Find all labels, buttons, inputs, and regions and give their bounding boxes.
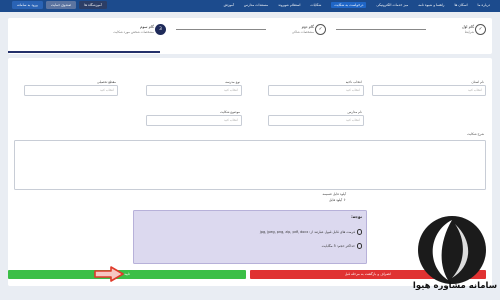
step-title: گام دوم bbox=[301, 24, 314, 29]
confirm-button[interactable]: تایید bbox=[8, 270, 246, 279]
notice-line: حداکثر حجم: 5 مگابایت bbox=[321, 243, 355, 248]
attachment-upload: آپلود فایل ضمیمه ⇪ آپلود فایل bbox=[322, 192, 346, 202]
bullet-icon bbox=[356, 243, 362, 249]
province-select[interactable]: انتخاب کنید bbox=[372, 85, 486, 96]
field-label: نوع مدرسه bbox=[225, 80, 240, 84]
step-number-badge: 3 bbox=[155, 24, 166, 35]
login-button[interactable]: ورود به سامانه bbox=[12, 1, 43, 9]
step-subtitle: مشخصات شخص مورد شکایت bbox=[113, 30, 154, 34]
nav-complaint-request[interactable]: درخواست به شکایت bbox=[331, 2, 367, 8]
field-label: نام استان bbox=[471, 80, 484, 84]
topbar-buttons: ورود به سامانه صندوق حمایت آموزشگاه ها bbox=[12, 1, 107, 9]
step-connector bbox=[176, 28, 266, 30]
education-level-field: مقطع تحصیلی انتخاب کنید bbox=[24, 80, 118, 96]
select-placeholder: انتخاب کنید bbox=[345, 88, 360, 92]
brand-name: سامانه مشاوره هیوا bbox=[412, 281, 498, 291]
notice-title: توجه: bbox=[351, 214, 362, 219]
district-field: انتخاب ناحیه انتخاب کنید bbox=[268, 80, 364, 96]
step-subtitle: مشخصات شاکی bbox=[291, 30, 314, 34]
description-label: شرح شکایت bbox=[467, 132, 484, 136]
education-level-select[interactable]: انتخاب کنید bbox=[24, 85, 118, 96]
field-label: موضوع شکایت bbox=[219, 110, 240, 114]
step-3: 3 گام سوم مشخصات شخص مورد شکایت bbox=[16, 24, 166, 46]
upload-button-label: آپلود فایل bbox=[329, 198, 343, 202]
complaint-subject-field: موضوع شکایت انتخاب کنید bbox=[146, 110, 242, 126]
upload-button[interactable]: ⇪ آپلود فایل bbox=[329, 198, 346, 202]
nav-citizen-inquiry[interactable]: استعلام شهروند bbox=[278, 3, 300, 7]
institutes-button[interactable]: آموزشگاه ها bbox=[79, 1, 107, 9]
upload-icon: ⇪ bbox=[343, 198, 346, 202]
attachment-notice: توجه: فرمت های قابل قبول عبارتند از: jpg… bbox=[133, 210, 367, 264]
complaint-subject-select[interactable]: انتخاب کنید bbox=[146, 115, 242, 126]
nav-school-documents[interactable]: مستندات مدارس bbox=[244, 3, 268, 7]
field-label: انتخاب ناحیه bbox=[345, 80, 362, 84]
arrow-right-icon bbox=[94, 266, 124, 282]
select-placeholder: انتخاب کنید bbox=[223, 118, 238, 122]
school-name-field: نام مدارس انتخاب کنید bbox=[268, 110, 364, 126]
field-label: نام مدارس bbox=[347, 110, 362, 114]
step-connector bbox=[336, 28, 426, 30]
select-placeholder: انتخاب کنید bbox=[99, 88, 114, 92]
check-icon: ✓ bbox=[475, 24, 486, 35]
notice-formats: فرمت های قابل قبول عبارتند از: jpg, jpeg… bbox=[260, 229, 362, 235]
upload-label: آپلود فایل ضمیمه bbox=[322, 192, 346, 196]
nav-complaints[interactable]: شکایات bbox=[310, 3, 321, 7]
bullet-icon bbox=[356, 229, 362, 235]
description-textarea[interactable] bbox=[14, 140, 486, 190]
notice-line: فرمت های قابل قبول عبارتند از: jpg, jpeg… bbox=[259, 229, 355, 234]
province-field: نام استان انتخاب کنید bbox=[372, 80, 486, 96]
school-type-select[interactable]: انتخاب کنید bbox=[146, 85, 242, 96]
main-nav: درباره ما اسکان ها راهنما و شیوه نامه می… bbox=[224, 0, 490, 10]
step-1: ✓ گام اول شرایط bbox=[336, 24, 486, 46]
school-name-select[interactable]: انتخاب کنید bbox=[268, 115, 364, 126]
select-placeholder: انتخاب کنید bbox=[345, 118, 360, 122]
top-navigation-bar: درباره ما اسکان ها راهنما و شیوه نامه می… bbox=[0, 0, 500, 12]
school-type-field: نوع مدرسه انتخاب کنید bbox=[146, 80, 242, 96]
step-title: گام سوم bbox=[139, 24, 154, 29]
nav-guides[interactable]: راهنما و شیوه نامه bbox=[418, 3, 444, 7]
notice-size: حداکثر حجم: 5 مگابایت bbox=[322, 243, 362, 249]
nav-e-services[interactable]: میز خدمات الکترونیکی bbox=[376, 3, 408, 7]
description-field: شرح شکایت bbox=[384, 132, 484, 138]
field-label: مقطع تحصیلی bbox=[96, 80, 116, 84]
active-step-underline bbox=[8, 51, 160, 53]
nav-accommodations[interactable]: اسکان ها bbox=[454, 3, 467, 7]
support-fund-button[interactable]: صندوق حمایت bbox=[45, 1, 77, 9]
select-placeholder: انتخاب کنید bbox=[467, 88, 482, 92]
nav-about[interactable]: درباره ما bbox=[478, 3, 490, 7]
district-select[interactable]: انتخاب کنید bbox=[268, 85, 364, 96]
step-subtitle: شرایط bbox=[464, 30, 474, 34]
step-indicator: ✓ گام اول شرایط ✓ گام دوم مشخصات شاکی 3 … bbox=[8, 18, 492, 54]
step-title: گام اول bbox=[461, 24, 474, 29]
step-2: ✓ گام دوم مشخصات شاکی bbox=[176, 24, 326, 46]
select-placeholder: انتخاب کنید bbox=[223, 88, 238, 92]
nav-education[interactable]: آموزش bbox=[224, 3, 234, 7]
check-icon: ✓ bbox=[315, 24, 326, 35]
